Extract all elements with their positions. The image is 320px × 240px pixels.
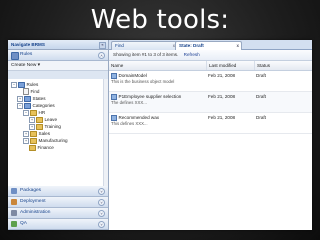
tree-scrollbar[interactable] <box>103 79 108 200</box>
administration-section-header[interactable]: Administration ˅ <box>8 208 108 219</box>
folder-icon <box>36 123 43 130</box>
folder-icon <box>30 109 37 116</box>
chevron-down-icon[interactable]: ˅ <box>98 210 105 217</box>
rules-icon <box>11 52 19 60</box>
asset-last-modified: Feb 21, 2008 <box>208 115 236 120</box>
deployment-section-header[interactable]: Deployment ˅ <box>8 197 108 208</box>
tree-node-leave[interactable]: + Leave <box>29 116 57 123</box>
collapse-panel-button[interactable]: « <box>99 42 106 49</box>
column-header-name[interactable]: Name <box>109 61 206 70</box>
expand-icon[interactable]: + <box>29 116 35 123</box>
packages-section-header[interactable]: Packages ˅ <box>8 186 108 197</box>
tree-node-hr[interactable]: − HR <box>23 109 45 116</box>
brms-screenshot: Navigate BRMS « Rules ˄ Create New ▾ − Ru… <box>8 40 312 230</box>
rules-tree: − Rules Find + States − Categories − HR + Lea… <box>8 79 108 200</box>
tree-node-finance[interactable]: Finance <box>29 144 54 151</box>
tree-node-manufacturing[interactable]: + Manufacturing <box>23 137 68 144</box>
results-grid-header: Name Last modified Status <box>109 61 312 71</box>
create-new-label: Create New <box>11 63 37 68</box>
model-icon <box>111 73 117 79</box>
rules-section-header[interactable]: Rules ˄ <box>8 50 108 61</box>
column-header-status[interactable]: Status <box>254 61 312 70</box>
chevron-down-icon[interactable]: ˅ <box>98 221 105 228</box>
expand-icon[interactable]: + <box>17 95 23 102</box>
tree-node-find[interactable]: Find <box>23 88 39 96</box>
asset-status: Draft <box>256 115 266 120</box>
packages-icon <box>11 188 17 194</box>
tree-node-sales[interactable]: + Sales <box>23 130 50 137</box>
deployment-icon <box>11 199 17 205</box>
chevron-up-icon[interactable]: ˄ <box>98 52 105 59</box>
collapse-icon[interactable]: − <box>17 102 23 109</box>
create-new-menu[interactable]: Create New ▾ <box>8 61 108 71</box>
folder-icon <box>36 116 43 123</box>
table-row[interactable]: Recommended wax This defines XXX... Feb … <box>109 113 312 134</box>
results-toolbar: Showing item #1 to 3 of 3 items. Refresh <box>109 50 312 61</box>
slide-title: Web tools: <box>90 5 230 35</box>
folder-icon <box>30 137 37 144</box>
chevron-down-icon: ▾ <box>37 63 41 68</box>
asset-last-modified: Feb 21, 2008 <box>208 73 236 78</box>
folder-icon <box>30 130 37 137</box>
tab-state-draft[interactable]: State: Draft x <box>175 41 242 50</box>
states-icon <box>24 95 31 102</box>
column-header-last-modified[interactable]: Last modified <box>206 61 253 70</box>
refresh-button[interactable]: Refresh <box>184 52 200 57</box>
categories-icon <box>24 102 31 109</box>
expand-icon[interactable]: + <box>23 130 29 137</box>
expand-icon[interactable]: + <box>29 123 35 130</box>
expand-icon[interactable]: + <box>23 137 29 144</box>
navigation-panel: Navigate BRMS « Rules ˄ Create New ▾ − Ru… <box>8 40 109 230</box>
navigation-panel-title: Navigate BRMS <box>11 42 45 47</box>
qa-icon <box>11 221 17 227</box>
tree-node-training[interactable]: + Training <box>29 123 61 130</box>
tab-bar: Find x State: Draft x <box>109 40 312 50</box>
asset-last-modified: Feb 21, 2008 <box>208 94 236 99</box>
tree-node-categories[interactable]: − Categories <box>17 102 55 109</box>
rule-icon <box>111 115 117 121</box>
qa-section-header[interactable]: QA ˅ <box>8 219 108 230</box>
rules-section-label: Rules <box>20 52 33 57</box>
asset-status: Draft <box>256 73 266 78</box>
tree-node-states[interactable]: + States <box>17 95 46 102</box>
table-row[interactable]: P1Employee supplier selection The define… <box>109 92 312 113</box>
chevron-down-icon[interactable]: ˅ <box>98 199 105 206</box>
rule-icon <box>111 94 117 100</box>
content-panel: Find x State: Draft x Showing item #1 to… <box>109 40 312 230</box>
collapse-icon[interactable]: − <box>23 109 29 116</box>
folder-icon <box>29 144 36 151</box>
chevron-down-icon[interactable]: ˅ <box>98 188 105 195</box>
asset-name[interactable]: DomainModel <box>119 73 147 78</box>
package-icon <box>18 81 25 88</box>
tab-find[interactable]: Find x <box>111 41 178 50</box>
table-row[interactable]: DomainModel This is the business object … <box>109 71 312 92</box>
asset-description: The defines XXX... <box>111 100 147 106</box>
results-summary: Showing item #1 to 3 of 3 items. <box>113 52 179 57</box>
asset-description: This is the business object model <box>111 79 175 85</box>
tree-node-rules[interactable]: − Rules <box>11 81 38 88</box>
close-icon[interactable]: x <box>237 42 239 50</box>
collapse-icon[interactable]: − <box>11 81 17 88</box>
navigation-sections: Packages ˅ Deployment ˅ Administration ˅… <box>8 186 108 230</box>
asset-description: This defines XXX... <box>111 121 148 127</box>
asset-name[interactable]: Recommended wax <box>119 115 160 120</box>
asset-name[interactable]: P1Employee supplier selection <box>119 94 182 99</box>
navigation-panel-header: Navigate BRMS « <box>8 40 108 50</box>
asset-status: Draft <box>256 94 266 99</box>
administration-icon <box>11 210 17 216</box>
